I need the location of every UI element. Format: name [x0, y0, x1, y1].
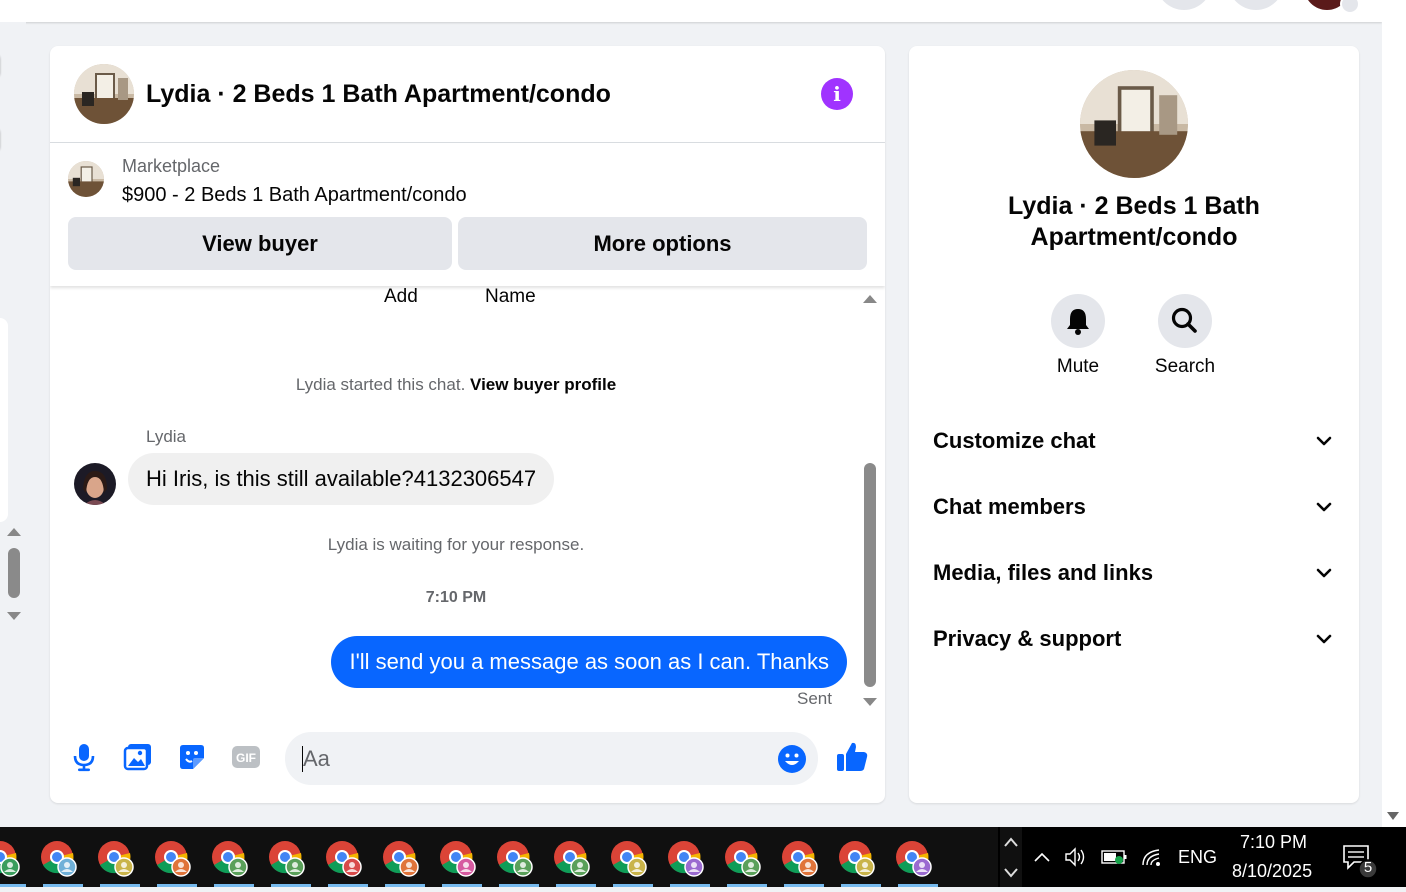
- chevron-down-icon: [1316, 502, 1332, 512]
- sender-avatar[interactable]: [74, 463, 116, 505]
- chat-info-panel: Lydia · 2 Beds 1 Bath Apartment/condo Mu…: [909, 46, 1359, 803]
- page-scroll-down-arrow[interactable]: [1387, 812, 1399, 820]
- sidebar-card: [0, 318, 8, 522]
- chrome-profile-icon[interactable]: [39, 839, 79, 879]
- section-customize-chat[interactable]: Customize chat: [933, 420, 1335, 460]
- notification-count: 5: [1363, 859, 1373, 876]
- mute-button[interactable]: Mute: [1038, 294, 1118, 378]
- sticker-icon[interactable]: [177, 742, 205, 772]
- chrome-profile-icon[interactable]: [495, 839, 535, 879]
- incoming-message-bubble[interactable]: Hi Iris, is this still available?4132306…: [128, 453, 555, 505]
- clock-time[interactable]: 7:10 PM: [1240, 832, 1307, 853]
- thread-scroll-down-arrow[interactable]: [863, 698, 877, 706]
- chevron-down-icon: [1316, 634, 1332, 644]
- chrome-profile-icon[interactable]: [894, 839, 934, 879]
- section-label: Privacy & support: [933, 626, 1122, 651]
- system-tray: ENG 7:10 PM 8/10/2025 5: [1024, 827, 1406, 887]
- message-input[interactable]: Aa: [285, 732, 818, 785]
- chat-avatar[interactable]: [74, 64, 134, 124]
- chevron-down-icon: [1316, 568, 1332, 578]
- section-chat-members[interactable]: Chat members: [933, 486, 1335, 526]
- chrome-profile-icon[interactable]: [438, 839, 478, 879]
- info-icon[interactable]: i: [821, 78, 853, 110]
- windows-taskbar: ENG 7:10 PM 8/10/2025 5: [0, 827, 1406, 887]
- message-input-placeholder: Aa: [303, 746, 330, 771]
- section-label: Media, files and links: [933, 560, 1154, 585]
- more-options-button[interactable]: More options: [458, 217, 867, 270]
- name-label[interactable]: Name: [485, 286, 536, 308]
- section-label: Chat members: [933, 494, 1086, 519]
- search-label: Search: [1154, 356, 1216, 377]
- wifi-icon[interactable]: [1140, 846, 1164, 868]
- chrome-profile-icon[interactable]: [723, 839, 763, 879]
- search-button[interactable]: Search: [1145, 294, 1225, 378]
- gif-icon[interactable]: GIF: [231, 742, 261, 772]
- outgoing-message-bubble[interactable]: I'll send you a message as soon as I can…: [331, 636, 847, 688]
- chevron-updown-icon[interactable]: [1000, 827, 1022, 887]
- marketplace-label: Marketplace: [122, 156, 221, 176]
- add-label[interactable]: Add: [384, 286, 418, 308]
- chrome-profile-icon[interactable]: [666, 839, 706, 879]
- listing-thumbnail[interactable]: [68, 161, 104, 197]
- chrome-profile-icon[interactable]: [324, 839, 364, 879]
- clock-date[interactable]: 8/10/2025: [1232, 861, 1312, 882]
- sidebar-scroll-down-arrow[interactable]: [7, 612, 21, 620]
- bell-icon[interactable]: [1051, 294, 1105, 348]
- sender-name: Lydia: [146, 427, 187, 446]
- info-avatar[interactable]: [1080, 70, 1188, 178]
- mute-label: Mute: [1056, 356, 1100, 377]
- show-hidden-icons-icon[interactable]: [1032, 847, 1052, 867]
- chrome-profile-icon[interactable]: [780, 839, 820, 879]
- chrome-profile-icon[interactable]: [96, 839, 136, 879]
- language-indicator[interactable]: ENG: [1178, 847, 1217, 868]
- section-media-files-links[interactable]: Media, files and links: [933, 552, 1335, 592]
- chrome-profile-icon[interactable]: [381, 839, 421, 879]
- section-privacy-support[interactable]: Privacy & support: [933, 618, 1335, 658]
- chrome-profile-icon[interactable]: [267, 839, 307, 879]
- microphone-icon[interactable]: [70, 742, 98, 772]
- left-sidebar-edge: [0, 22, 26, 827]
- chat-header: Lydia · 2 Beds 1 Bath Apartment/condo i: [50, 46, 885, 143]
- photo-icon[interactable]: [123, 742, 151, 772]
- emoji-icon[interactable]: [777, 744, 807, 774]
- battery-icon[interactable]: [1100, 847, 1130, 867]
- account-chevron-icon[interactable]: [1340, 0, 1360, 14]
- notifications-button[interactable]: [1228, 0, 1284, 10]
- search-icon[interactable]: [1158, 294, 1212, 348]
- section-label: Customize chat: [933, 428, 1096, 453]
- page-scrollbar[interactable]: [1382, 0, 1406, 827]
- thread-scroll-up-arrow[interactable]: [863, 295, 877, 303]
- chrome-profile-icon[interactable]: [153, 839, 193, 879]
- listing-title[interactable]: $900 - 2 Beds 1 Bath Apartment/condo: [122, 184, 467, 207]
- chrome-profile-icon[interactable]: [837, 839, 877, 879]
- chrome-profile-icon[interactable]: [552, 839, 592, 879]
- marketplace-listing-bar: Marketplace $900 - 2 Beds 1 Bath Apartme…: [50, 143, 885, 286]
- chrome-profile-icon[interactable]: [210, 839, 250, 879]
- info-name: Lydia · 2 Beds 1 Bath Apartment/condo: [1008, 192, 1260, 251]
- speaker-icon[interactable]: [1064, 846, 1088, 868]
- message-timestamp: 7:10 PM: [425, 589, 487, 606]
- svg-text:GIF: GIF: [236, 751, 256, 765]
- chat-started-text: Lydia started this chat.: [295, 375, 466, 394]
- thumbs-up-icon[interactable]: [835, 740, 869, 771]
- thread-scrollbar-thumb[interactable]: [864, 463, 876, 687]
- sidebar-scrollbar-thumb[interactable]: [8, 548, 20, 598]
- chat-window: Lydia · 2 Beds 1 Bath Apartment/condo i …: [50, 46, 885, 803]
- chat-title[interactable]: Lydia · 2 Beds 1 Bath Apartment/condo: [146, 80, 611, 109]
- chrome-profile-icon[interactable]: [0, 839, 22, 879]
- sent-status: Sent: [797, 689, 832, 708]
- sidebar-scroll-up-arrow[interactable]: [7, 528, 21, 536]
- taskbar-scroll[interactable]: [1000, 827, 1022, 887]
- view-buyer-profile-link[interactable]: View buyer profile: [470, 375, 616, 394]
- message-composer: GIF Aa: [50, 722, 885, 792]
- chevron-down-icon: [1316, 436, 1332, 446]
- view-buyer-button[interactable]: View buyer: [68, 217, 452, 270]
- taskbar-app-list: [0, 827, 998, 887]
- top-navigation-bar: [0, 0, 1382, 22]
- message-thread[interactable]: Add Name Lydia started this chat. View b…: [50, 286, 885, 716]
- chrome-profile-icon[interactable]: [609, 839, 649, 879]
- waiting-notice: Lydia is waiting for your response.: [327, 535, 585, 554]
- menu-button[interactable]: [1156, 0, 1212, 10]
- chat-started-notice: Lydia started this chat. View buyer prof…: [50, 375, 862, 395]
